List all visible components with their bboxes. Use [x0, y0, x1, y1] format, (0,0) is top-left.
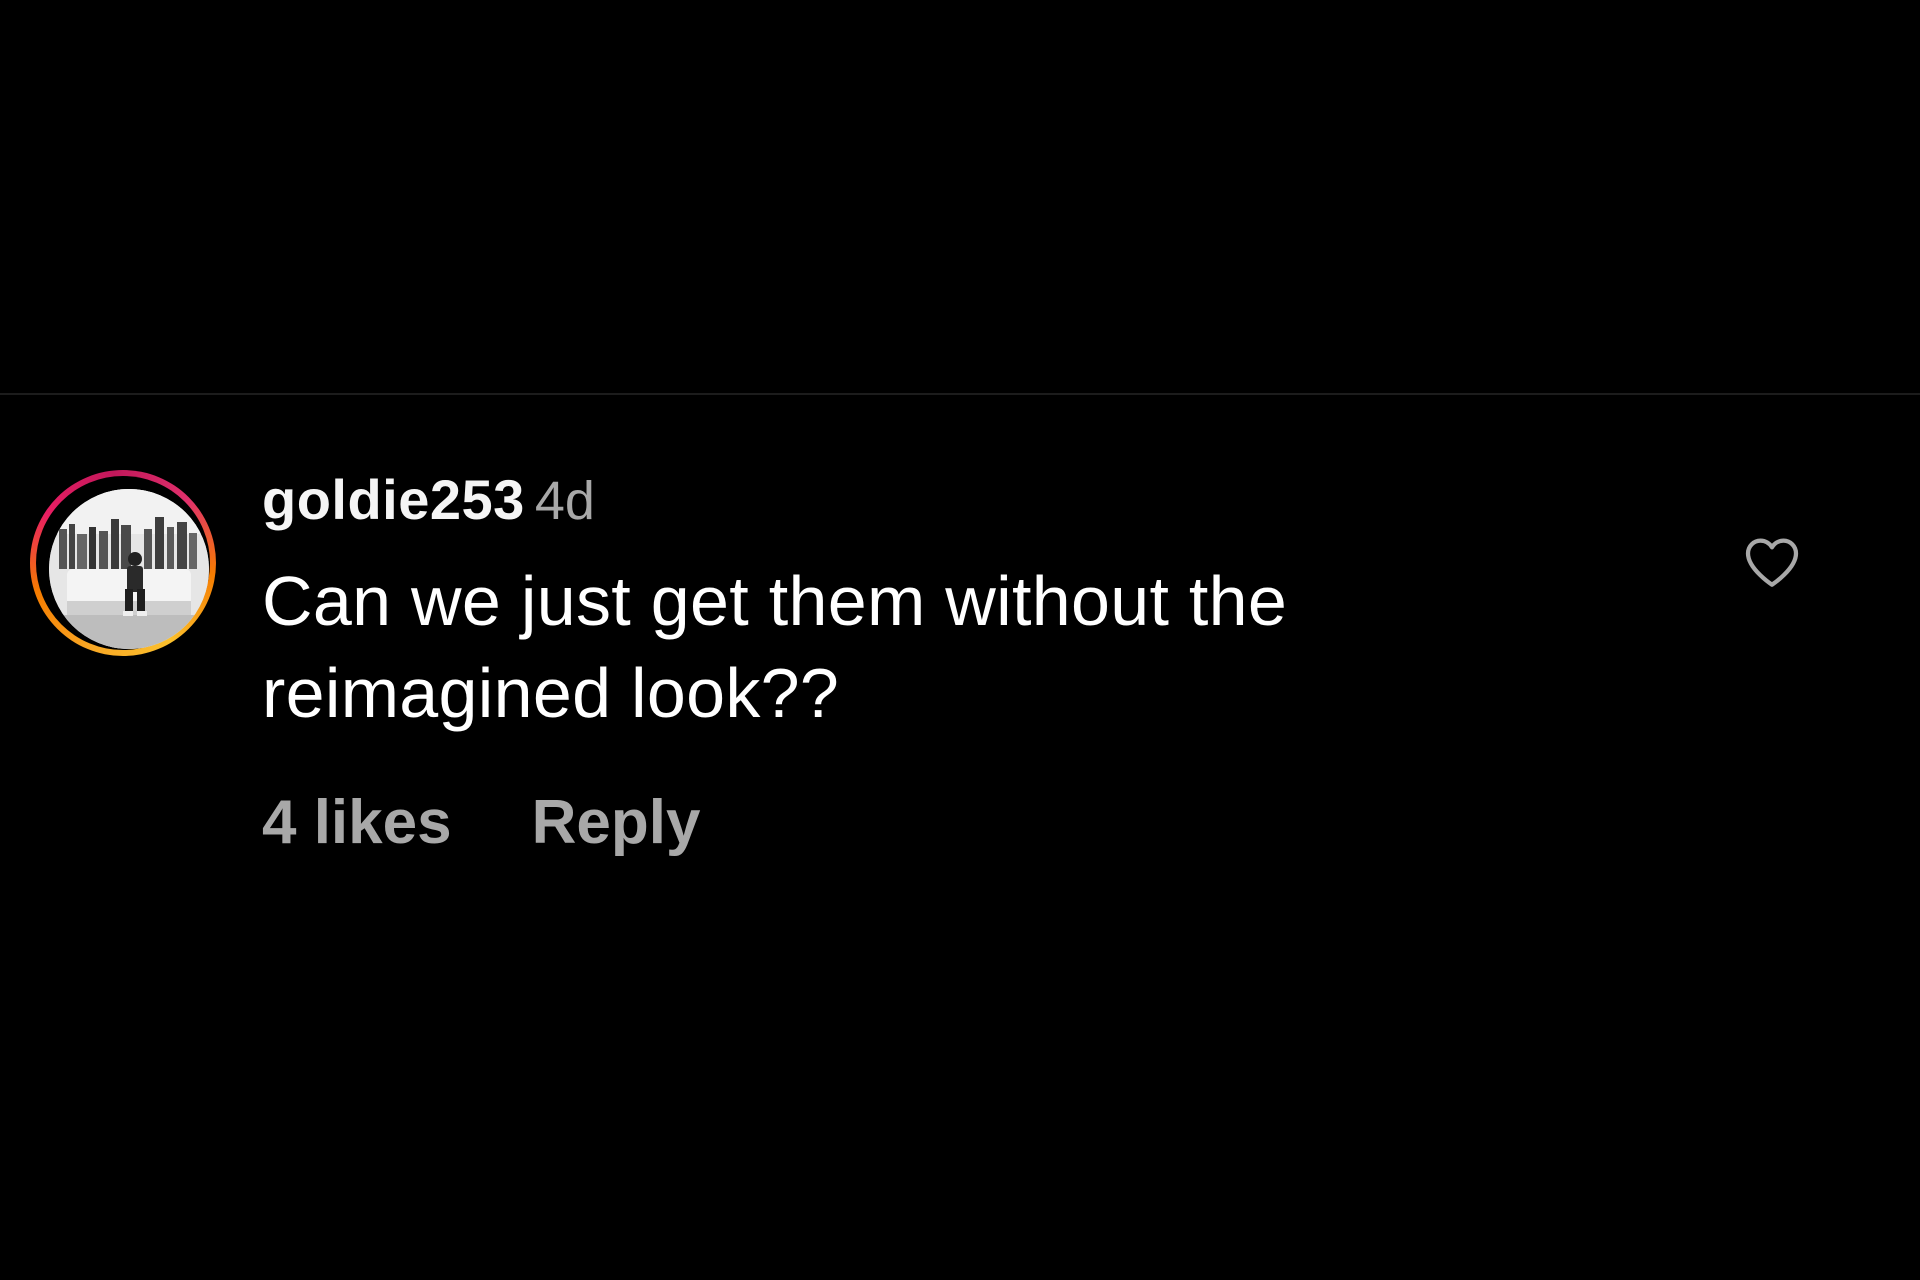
comment-actions: 4 likes Reply	[262, 787, 700, 858]
like-button[interactable]	[1740, 530, 1804, 594]
likes-count[interactable]: 4 likes	[262, 788, 452, 857]
reply-button[interactable]: Reply	[532, 788, 701, 857]
comment-header: goldie253 4d	[262, 467, 595, 532]
comments-screen: goldie253 4d Can we just get them without…	[0, 0, 1920, 1280]
timestamp: 4d	[534, 471, 595, 531]
avatar[interactable]	[49, 489, 209, 649]
username[interactable]: goldie253	[262, 468, 525, 531]
heart-outline-icon	[1745, 538, 1799, 587]
comment-text: Can we just get them without the reimagi…	[262, 562, 1288, 732]
comment-item: goldie253 4d Can we just get them without…	[0, 395, 1920, 895]
avatar-photo	[49, 489, 209, 649]
story-ring[interactable]	[30, 470, 216, 656]
